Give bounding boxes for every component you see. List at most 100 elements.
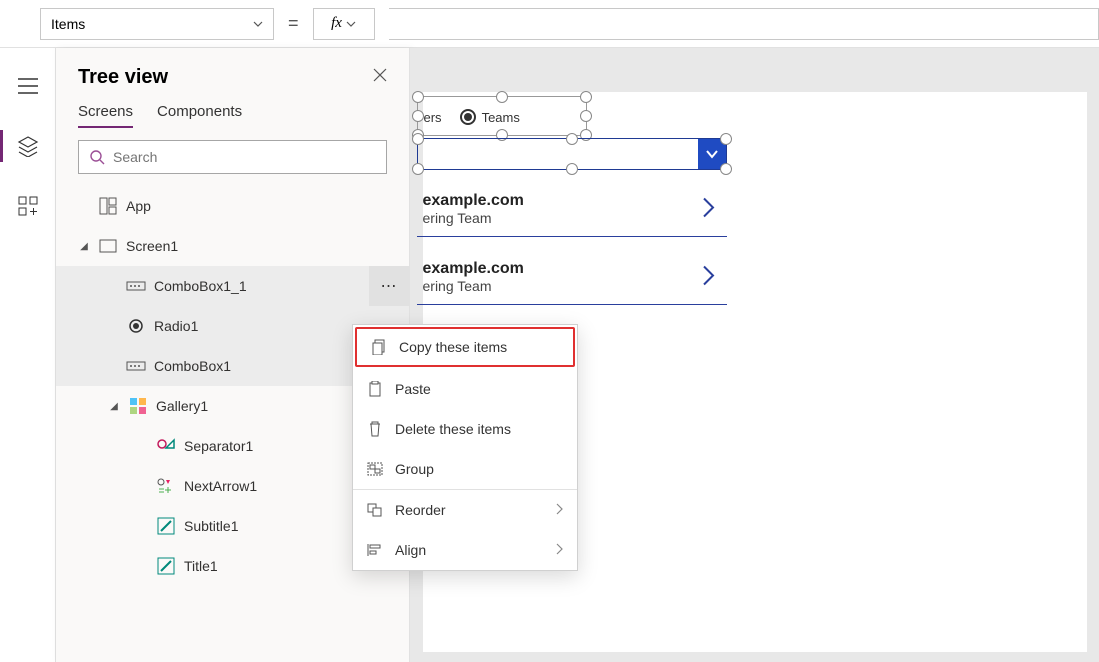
resize-handle[interactable] xyxy=(720,163,732,175)
context-menu: Copy these items Paste Delete these item… xyxy=(352,324,578,571)
gallery-item-subtitle: ering Team xyxy=(423,278,687,294)
fx-button[interactable]: fx xyxy=(313,8,375,40)
expand-icon[interactable]: ◢ xyxy=(108,401,120,412)
tree-node-label: Screen1 xyxy=(126,238,178,254)
tree-node-app[interactable]: App xyxy=(56,186,409,226)
resize-handle[interactable] xyxy=(412,133,424,145)
combobox-icon xyxy=(126,356,146,376)
tree-node-combobox1-1[interactable]: ComboBox1_1 ⋯ xyxy=(56,266,409,306)
resize-handle[interactable] xyxy=(566,163,578,175)
tree-node-label: App xyxy=(126,198,151,214)
radio-label: ers xyxy=(424,110,442,125)
hamburger-button[interactable] xyxy=(8,66,48,106)
radio-label: Teams xyxy=(482,110,520,125)
close-panel-button[interactable] xyxy=(373,68,387,87)
resize-handle[interactable] xyxy=(566,133,578,145)
chevron-down-icon xyxy=(346,19,356,29)
paste-icon xyxy=(367,381,383,397)
radio-option[interactable]: Teams xyxy=(460,109,520,125)
resize-handle[interactable] xyxy=(412,163,424,175)
resize-handle[interactable] xyxy=(580,110,592,122)
ctx-label: Delete these items xyxy=(395,421,511,437)
chevron-right-icon xyxy=(555,502,563,518)
left-rail xyxy=(0,48,56,662)
formula-input[interactable] xyxy=(389,8,1099,40)
gallery-item-subtitle: ering Team xyxy=(423,210,687,226)
nextarrow-icon xyxy=(156,476,176,496)
chevron-down-icon xyxy=(253,19,263,29)
formula-bar: Items = fx xyxy=(0,0,1099,48)
reorder-icon xyxy=(367,502,383,518)
chevron-down-icon xyxy=(705,147,719,161)
treeview-button[interactable] xyxy=(8,126,48,166)
trash-icon xyxy=(367,421,383,437)
tree-node-label: Title1 xyxy=(184,558,218,574)
search-box[interactable] xyxy=(78,140,387,174)
selection-box-radio[interactable]: ers Teams xyxy=(417,96,587,136)
resize-handle[interactable] xyxy=(720,133,732,145)
gallery-item[interactable]: example.com ering Team xyxy=(417,252,727,305)
separator-icon xyxy=(156,436,176,456)
radio-option[interactable]: ers xyxy=(424,110,442,125)
tab-components[interactable]: Components xyxy=(157,103,242,128)
selection-box-combobox[interactable] xyxy=(417,138,727,170)
radio-circle-icon xyxy=(460,109,476,125)
ctx-reorder[interactable]: Reorder xyxy=(353,490,577,530)
search-icon xyxy=(89,149,105,165)
grid-plus-icon xyxy=(18,196,38,216)
label-icon xyxy=(156,516,176,536)
ctx-label: Paste xyxy=(395,381,431,397)
next-arrow-button[interactable] xyxy=(701,196,717,225)
close-icon xyxy=(373,68,387,82)
tree-node-label: Subtitle1 xyxy=(184,518,238,534)
chevron-right-icon xyxy=(701,264,717,288)
ctx-align[interactable]: Align xyxy=(353,530,577,570)
resize-handle[interactable] xyxy=(412,91,424,103)
align-icon xyxy=(367,542,383,558)
tree-node-screen1[interactable]: ◢ Screen1 xyxy=(56,226,409,266)
property-dropdown[interactable]: Items xyxy=(40,8,274,40)
equals-sign: = xyxy=(288,13,299,34)
hamburger-icon xyxy=(18,78,38,94)
fx-label: fx xyxy=(331,15,342,32)
radio-icon xyxy=(126,316,146,336)
ctx-label: Reorder xyxy=(395,502,446,518)
combobox-icon xyxy=(126,276,146,296)
ctx-label: Group xyxy=(395,461,434,477)
gallery-item[interactable]: example.com ering Team xyxy=(417,184,727,237)
ctx-group[interactable]: Group xyxy=(353,449,577,489)
chevron-right-icon xyxy=(701,196,717,220)
insert-button[interactable] xyxy=(8,186,48,226)
search-input[interactable] xyxy=(113,149,376,165)
ctx-label: Copy these items xyxy=(399,339,507,355)
tab-screens[interactable]: Screens xyxy=(78,103,133,128)
resize-handle[interactable] xyxy=(496,91,508,103)
tree-node-label: ComboBox1_1 xyxy=(154,278,247,294)
ctx-copy-items[interactable]: Copy these items xyxy=(355,327,575,367)
expand-icon[interactable]: ◢ xyxy=(78,241,90,252)
app-icon xyxy=(98,196,118,216)
tree-node-label: Gallery1 xyxy=(156,398,208,414)
screen-icon xyxy=(98,236,118,256)
resize-handle[interactable] xyxy=(580,91,592,103)
gallery-item-title: example.com xyxy=(423,192,687,210)
resize-handle[interactable] xyxy=(412,110,424,122)
more-options-button[interactable]: ⋯ xyxy=(369,266,409,306)
gallery-item-title: example.com xyxy=(423,260,687,278)
tree-view-title: Tree view xyxy=(78,66,168,89)
tree-node-label: NextArrow1 xyxy=(184,478,257,494)
ctx-delete[interactable]: Delete these items xyxy=(353,409,577,449)
next-arrow-button[interactable] xyxy=(701,264,717,293)
ctx-paste[interactable]: Paste xyxy=(353,369,577,409)
layers-icon xyxy=(17,135,39,157)
chevron-right-icon xyxy=(555,542,563,558)
ellipsis-icon: ⋯ xyxy=(381,276,398,296)
ctx-label: Align xyxy=(395,542,426,558)
gallery-icon xyxy=(128,396,148,416)
group-icon xyxy=(367,461,383,477)
tree-node-label: Separator1 xyxy=(184,438,253,454)
label-icon xyxy=(156,556,176,576)
tree-node-label: ComboBox1 xyxy=(154,358,231,374)
copy-icon xyxy=(371,339,387,355)
tree-node-label: Radio1 xyxy=(154,318,198,334)
